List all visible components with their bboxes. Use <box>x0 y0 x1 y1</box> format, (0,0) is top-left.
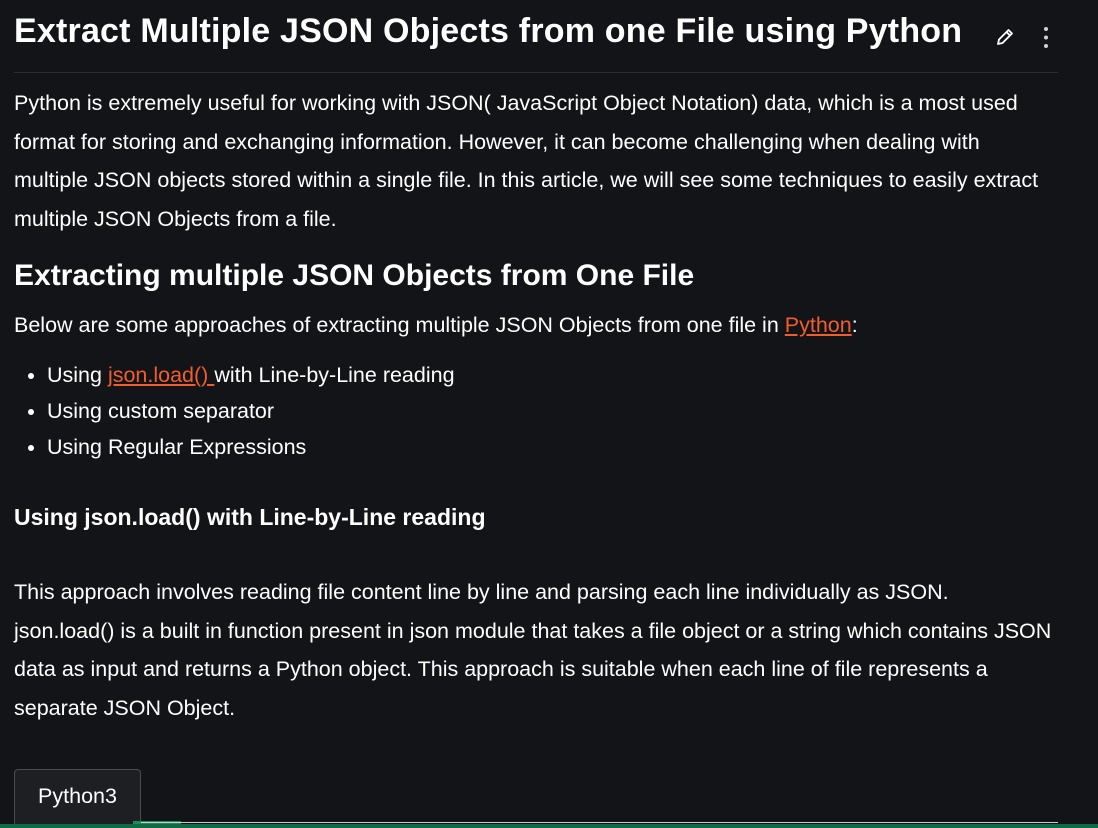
python-link[interactable]: Python <box>785 313 852 337</box>
bottom-accent-bar <box>0 824 1098 828</box>
approach-item-regex: Using Regular Expressions <box>47 429 455 465</box>
article: Extract Multiple JSON Objects from one F… <box>0 0 1058 73</box>
page-title: Extract Multiple JSON Objects from one F… <box>14 12 963 50</box>
approach-item-json-load: Using json.load() with Line-by-Line read… <box>47 357 455 393</box>
approach-item-suffix: with Line-by-Line reading <box>214 363 455 387</box>
approach-item-prefix: Using <box>47 363 108 387</box>
more-vertical-icon[interactable] <box>1040 25 1052 51</box>
json-load-link[interactable]: json.load() <box>108 363 214 387</box>
title-row: Extract Multiple JSON Objects from one F… <box>14 0 1058 73</box>
section-heading: Extracting multiple JSON Objects from On… <box>14 259 695 292</box>
approach-list: Using json.load() with Line-by-Line read… <box>14 357 455 465</box>
approaches-lead-suffix: : <box>851 313 858 337</box>
body-paragraph: This approach involves reading file cont… <box>14 580 1052 720</box>
code-area-border <box>141 822 1058 823</box>
subheading: Using json.load() with Line-by-Line read… <box>14 504 486 530</box>
approaches-lead: Below are some approaches of extracting … <box>14 309 858 341</box>
pencil-icon[interactable] <box>994 26 1016 48</box>
approaches-lead-text: Below are some approaches of extracting … <box>14 313 785 337</box>
scroll-track <box>1058 0 1098 828</box>
tab-python3[interactable]: Python3 <box>14 769 141 825</box>
approach-item-custom-separator: Using custom separator <box>47 393 455 429</box>
intro-paragraph: Python is extremely useful for working w… <box>14 91 1039 231</box>
